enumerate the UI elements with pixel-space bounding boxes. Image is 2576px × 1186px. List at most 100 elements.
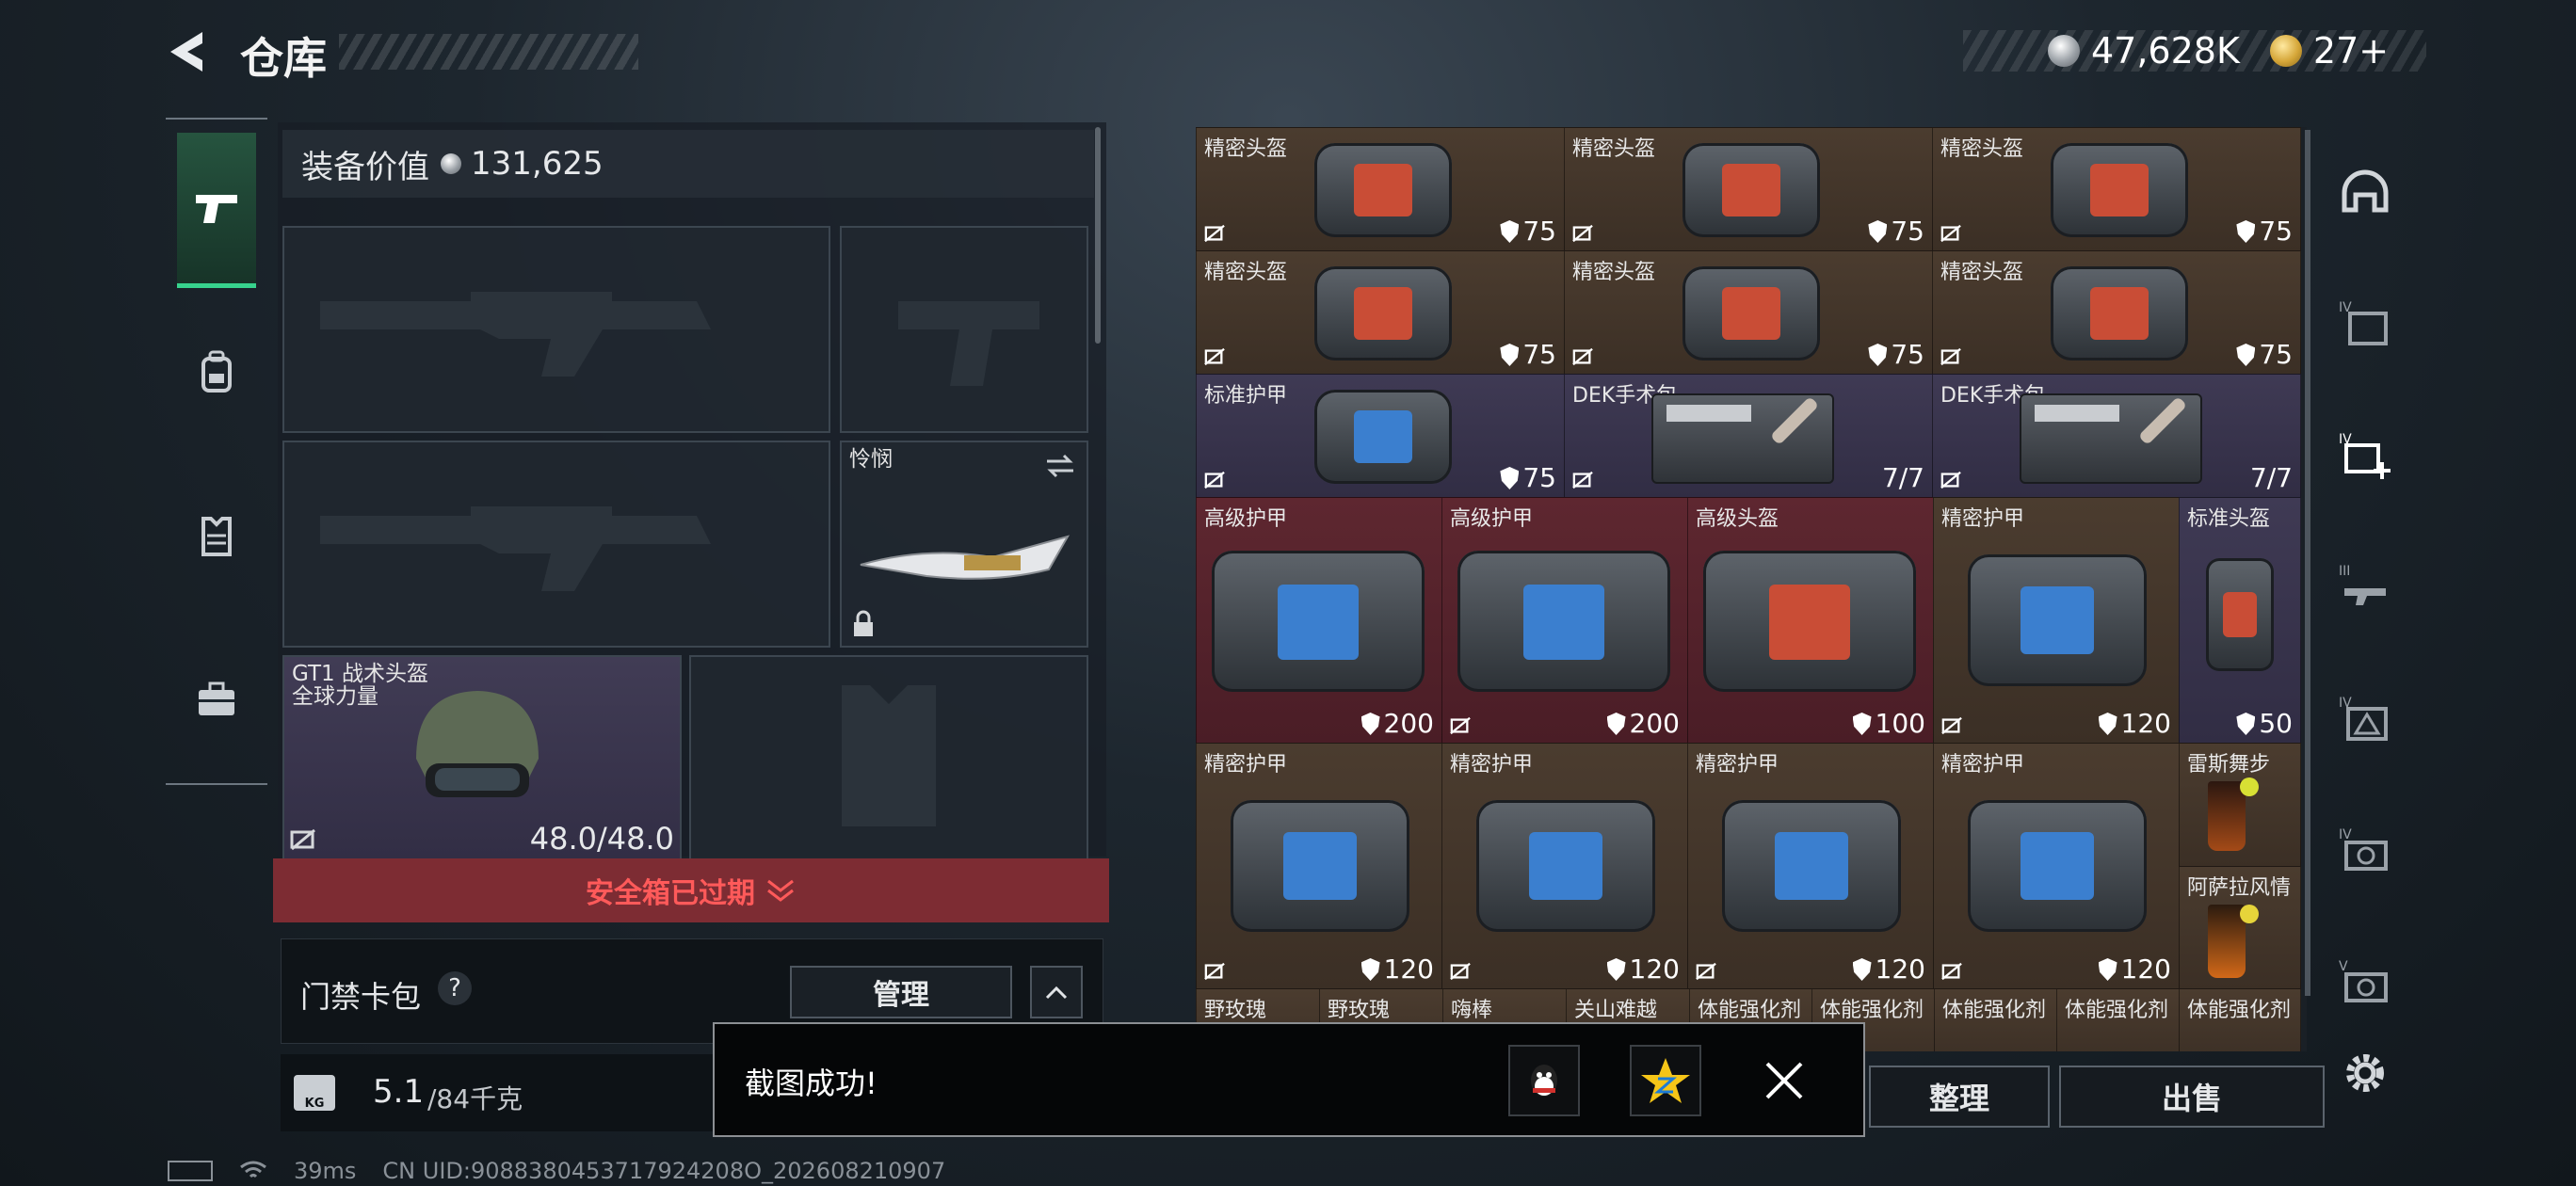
qzone-share-button[interactable] (1630, 1045, 1701, 1116)
secure-case-expired-banner[interactable]: 安全箱已过期 (273, 858, 1109, 922)
item-name: 高级头盔 (1696, 507, 1779, 531)
sell-button[interactable]: 出售 (2059, 1066, 2325, 1128)
item-name: 精密头盔 (1940, 137, 2024, 161)
stash-item[interactable]: 体能强化剂 (1934, 988, 2057, 1051)
rifle-silhouette-icon (320, 292, 711, 377)
svg-text:V: V (2339, 959, 2348, 974)
stash-item[interactable]: 精密头盔 75 (1564, 127, 1933, 251)
qq-share-button[interactable] (1508, 1045, 1580, 1116)
silver-coin-icon (441, 153, 461, 174)
iii-rifle-icon[interactable]: III (2339, 560, 2391, 613)
no-bind-icon (1572, 224, 1593, 243)
lemon-garnish (2240, 905, 2259, 923)
stash-grid: 精密头盔 75 精密头盔 75 精密头盔 75 精密头盔 75 精密头盔 75 … (1196, 127, 2307, 1051)
shield-icon (2236, 713, 2256, 735)
stash-item[interactable]: 雷斯舞步 (2179, 743, 2301, 867)
helmet-case-icon (1703, 551, 1916, 692)
chevron-up-icon (1045, 986, 1068, 1000)
close-icon[interactable] (1762, 1058, 1807, 1103)
item-name: 关山难越 (1574, 999, 1658, 1022)
stash-item[interactable]: 精密头盔 75 (1932, 127, 2301, 251)
tab-backpack[interactable] (177, 296, 256, 447)
stash-item[interactable]: 精密护甲 120 (1933, 497, 2180, 744)
stash-item[interactable]: 体能强化剂 (2056, 988, 2180, 1051)
item-name: 体能强化剂 (1942, 999, 2047, 1022)
helmet-case-icon (1682, 143, 1820, 237)
secondary-weapon-slot[interactable] (282, 441, 830, 648)
container-filter-rail: IV IV III IV IV V (2318, 127, 2410, 1050)
stash-item[interactable]: 阿萨拉风情 (2179, 866, 2301, 989)
qq-share-icon (1531, 1065, 1557, 1097)
item-value: 120 (1875, 954, 1925, 985)
iv-backpack-icon[interactable]: IV (2339, 296, 2391, 349)
sort-button[interactable]: 整理 (1869, 1066, 2050, 1128)
collapse-button[interactable] (1030, 966, 1083, 1018)
no-bind-icon (1204, 347, 1225, 366)
pistol-silhouette-icon (898, 301, 1039, 386)
item-durability: 50 (2236, 708, 2293, 739)
tab-weapons[interactable] (177, 133, 256, 288)
armor-case-icon (1722, 800, 1901, 932)
iv-camera-icon[interactable]: IV (2339, 824, 2391, 876)
item-durability: 120 (1606, 954, 1680, 985)
shield-icon (1852, 958, 1872, 981)
medkit-icon (2020, 393, 2202, 484)
stash-item[interactable]: 精密护甲 120 (1933, 743, 2180, 989)
back-button[interactable] (165, 28, 212, 75)
melee-slot[interactable]: 怜悯 (840, 441, 1088, 648)
no-bind-icon (1204, 224, 1225, 243)
stash-item[interactable]: 精密头盔 75 (1196, 250, 1565, 375)
stash-item[interactable]: 精密头盔 75 (1196, 127, 1565, 251)
stash-item[interactable]: DEK手术包 7/7 (1564, 374, 1933, 498)
weight-value: 5.1 (373, 1073, 425, 1111)
stash-item[interactable]: 精密护甲 120 (1687, 743, 1934, 989)
helmet-slot-icon[interactable] (2339, 167, 2391, 219)
keycard-label: 门禁卡包 (300, 979, 422, 1015)
tab-vest[interactable] (177, 460, 256, 611)
item-durability: 120 (1852, 954, 1925, 985)
stash-item[interactable]: 体能强化剂 (2179, 988, 2301, 1051)
shield-icon (1500, 344, 1520, 366)
iv-medkit-add-icon[interactable]: IV (2339, 428, 2391, 481)
equipment-value-row: 装备价值 131,625 (282, 130, 1094, 198)
v-camera-icon[interactable]: V (2339, 955, 2391, 1008)
item-name: 阿萨拉风情 (2187, 876, 2292, 900)
stash-item[interactable]: 高级护甲 200 (1196, 497, 1442, 744)
manage-button[interactable]: 管理 (790, 966, 1012, 1018)
help-icon[interactable]: ? (438, 971, 472, 1005)
item-durability: 75 (1868, 216, 1924, 247)
stash-item[interactable]: 精密头盔 75 (1932, 250, 2301, 375)
item-value: 7/7 (1881, 462, 1924, 493)
stash-item[interactable]: 精密护甲 120 (1441, 743, 1688, 989)
swap-icon[interactable] (1043, 452, 1077, 480)
stash-item[interactable]: 标准头盔 50 (2179, 497, 2301, 744)
stash-item[interactable]: 精密头盔 75 (1564, 250, 1933, 375)
helmet-case-icon (1682, 266, 1820, 361)
sidearm-slot[interactable] (840, 226, 1088, 433)
item-value: 75 (1522, 216, 1556, 247)
helmet-slot[interactable]: GT1 战术头盔 全球力量 48.0/48.0 (282, 655, 682, 860)
item-value: 120 (2120, 954, 2171, 985)
iv-triangle-icon[interactable]: IV (2339, 692, 2391, 745)
tab-toolbox[interactable] (177, 624, 256, 775)
item-name: 标准头盔 (2187, 507, 2271, 531)
primary-weapon-slot[interactable] (282, 226, 830, 433)
settings-gear-icon[interactable] (2339, 1047, 2391, 1099)
item-value: 75 (1891, 339, 1924, 370)
item-durability: 75 (1868, 339, 1924, 370)
stash-item[interactable]: 标准护甲 75 (1196, 374, 1565, 498)
secure-case-expired-label: 安全箱已过期 (586, 877, 755, 910)
no-bind-icon (1696, 962, 1716, 981)
stash-item[interactable]: DEK手术包 7/7 (1932, 374, 2301, 498)
loadout-scrollbar[interactable] (1095, 127, 1101, 344)
item-name: 体能强化剂 (2065, 999, 2169, 1022)
gold-coin-icon (2269, 35, 2302, 67)
stash-item[interactable]: 高级护甲 200 (1441, 497, 1688, 744)
armor-slot[interactable] (689, 655, 1088, 860)
item-name: 野玫瑰 (1204, 999, 1267, 1022)
stash-item[interactable]: 精密护甲 120 (1196, 743, 1442, 989)
item-durability: 100 (1852, 708, 1925, 739)
armor-case-icon (1476, 800, 1655, 932)
stash-item[interactable]: 高级头盔 100 (1687, 497, 1934, 744)
stash-scrollbar[interactable] (2305, 130, 2310, 996)
